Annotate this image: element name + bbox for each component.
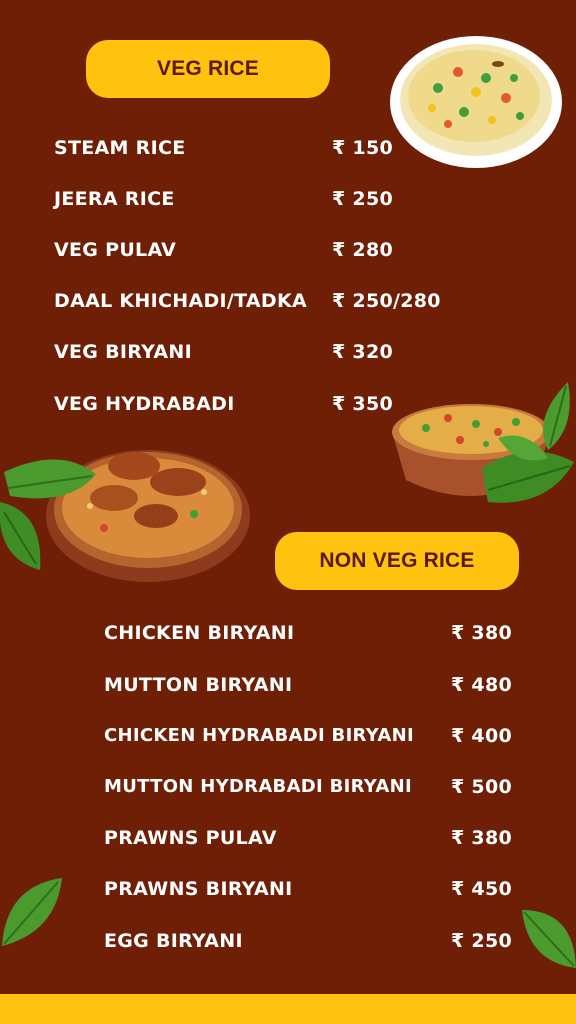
item-price: ₹ 250 xyxy=(332,188,393,210)
item-name: MUTTON HYDRABADI BIRYANI xyxy=(104,776,413,797)
basil-leaf-icon xyxy=(0,459,96,570)
item-name: PRAWNS PULAV xyxy=(104,827,277,849)
basil-leaf-icon xyxy=(522,910,576,968)
item-name: PRAWNS BIRYANI xyxy=(104,878,293,900)
item-name: STEAM RICE xyxy=(54,137,186,159)
item-name: DAAL KHICHADI/TADKA xyxy=(54,290,308,312)
item-price: ₹ 380 xyxy=(451,622,512,644)
footer-bar xyxy=(0,994,576,1024)
item-price: ₹ 250 xyxy=(451,930,512,952)
item-name: CHICKEN BIRYANI xyxy=(104,622,295,644)
item-name: EGG BIRYANI xyxy=(104,930,243,952)
item-name: JEERA RICE xyxy=(54,188,175,210)
item-price: ₹ 320 xyxy=(332,341,393,363)
item-price: ₹ 480 xyxy=(451,674,512,696)
item-price: ₹ 280 xyxy=(332,239,393,261)
basil-leaf-icon xyxy=(2,878,62,946)
item-price: ₹ 350 xyxy=(332,393,393,415)
item-price: ₹ 250/280 xyxy=(332,290,441,312)
item-name: CHICKEN HYDRABADI BIRYANI xyxy=(104,725,414,746)
non-veg-rice-heading: NON VEG RICE xyxy=(275,532,519,590)
item-name: VEG PULAV xyxy=(54,239,177,261)
item-price: ₹ 450 xyxy=(451,878,512,900)
item-price: ₹ 150 xyxy=(332,137,393,159)
basil-leaf-icon xyxy=(482,382,574,503)
item-price: ₹ 400 xyxy=(451,725,512,747)
item-price: ₹ 380 xyxy=(451,827,512,849)
item-name: MUTTON BIRYANI xyxy=(104,674,293,696)
item-name: VEG HYDRABADI xyxy=(54,393,235,415)
pulao-plate-image xyxy=(390,36,562,168)
item-price: ₹ 500 xyxy=(451,776,512,798)
item-name: VEG BIRYANI xyxy=(54,341,192,363)
veg-rice-heading: VEG RICE xyxy=(86,40,330,98)
